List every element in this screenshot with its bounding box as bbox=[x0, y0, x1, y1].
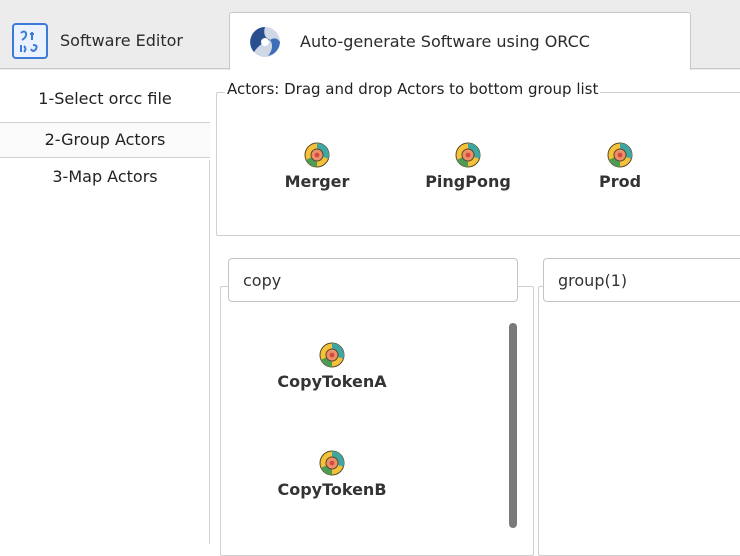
tab-software-editor[interactable]: Software Editor bbox=[0, 12, 228, 69]
tab-label: Software Editor bbox=[60, 31, 183, 50]
actors-panel-title: Actors: Drag and drop Actors to bottom g… bbox=[225, 80, 601, 98]
actor-icon bbox=[607, 142, 633, 168]
actor-label: PingPong bbox=[425, 172, 511, 191]
actor-prod[interactable]: Prod bbox=[580, 142, 660, 191]
actor-merger[interactable]: Merger bbox=[272, 142, 362, 191]
tab-label: Auto-generate Software using ORCC bbox=[300, 32, 590, 51]
actor-copytokena[interactable]: CopyTokenA bbox=[252, 342, 412, 391]
actor-pingpong[interactable]: PingPong bbox=[408, 142, 528, 191]
actor-icon bbox=[455, 142, 481, 168]
actor-label: Merger bbox=[284, 172, 350, 191]
actor-icon bbox=[319, 342, 345, 368]
actor-label: Prod bbox=[598, 172, 642, 191]
group-panel-group-1 bbox=[538, 286, 740, 556]
actor-label: CopyTokenB bbox=[277, 480, 387, 499]
step-group-actors[interactable]: 2-Group Actors bbox=[0, 122, 210, 158]
orcc-icon bbox=[250, 26, 280, 57]
step-select-orcc-file[interactable]: 1-Select orcc file bbox=[0, 82, 210, 118]
actor-label: CopyTokenA bbox=[277, 372, 387, 391]
group-name-input-group-1[interactable] bbox=[543, 258, 740, 302]
group-list-scrollbar[interactable] bbox=[509, 323, 517, 528]
actor-copytokenb[interactable]: CopyTokenB bbox=[252, 450, 412, 499]
steps-divider bbox=[209, 160, 210, 544]
actor-icon bbox=[304, 142, 330, 168]
group-name-input-copy[interactable] bbox=[228, 258, 518, 302]
step-map-actors[interactable]: 3-Map Actors bbox=[0, 160, 210, 196]
software-editor-icon bbox=[12, 22, 48, 59]
tab-auto-generate-orcc[interactable]: Auto-generate Software using ORCC bbox=[229, 12, 691, 70]
actor-icon bbox=[319, 450, 345, 476]
group-panel-copy bbox=[220, 286, 534, 556]
